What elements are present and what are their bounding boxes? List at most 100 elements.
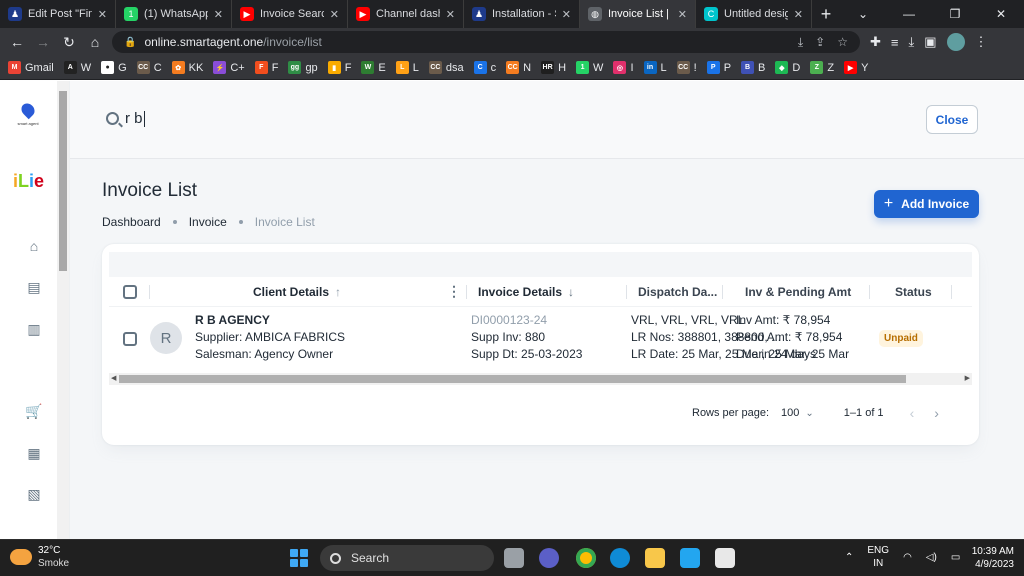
column-inv-pending-amt[interactable]: Inv & Pending Amt [745,285,851,299]
invoice-nav-icon[interactable]: ▦ [26,445,42,461]
media-control-icon[interactable]: ≡ [891,35,899,50]
bookmark-item[interactable]: AW [63,56,101,80]
tab-close-icon[interactable]: ✕ [446,8,455,21]
next-page-icon[interactable]: › [934,405,939,421]
sort-asc-icon[interactable]: ↑ [335,285,341,299]
chrome-icon[interactable] [576,548,596,568]
language-indicator[interactable]: ENG IN [867,544,889,570]
browser-tab[interactable]: 1 (1) WhatsApp ✕ [116,0,232,28]
browser-menu-icon[interactable]: ⋮ [975,34,988,50]
home-icon[interactable]: ⌂ [82,29,108,55]
tab-close-icon[interactable]: ✕ [214,8,223,21]
browser-tab[interactable]: ♟ Edit Post "Find ✕ [0,0,116,28]
bookmark-item[interactable]: FF [254,56,289,80]
bookmark-item[interactable]: ▶ Y [844,56,878,80]
new-tab-button[interactable]: + [812,0,840,28]
breadcrumb-dashboard[interactable]: Dashboard [102,215,161,229]
bookmark-item[interactable]: HR H [541,56,576,80]
bookmark-item[interactable]: BB [741,56,775,80]
battery-icon[interactable]: ▭ [951,552,960,563]
install-app-icon[interactable]: ⤓ [798,35,803,50]
smartagent-logo[interactable]: smart agent [16,100,40,131]
bookmark-item[interactable]: ✿ KK [171,56,214,80]
column-menu-icon[interactable]: ⋮ [447,283,461,300]
bookmark-star-icon[interactable]: ☆ [837,35,848,50]
home-nav-icon[interactable]: ⌂ [26,238,42,254]
close-search-button[interactable]: Close [926,105,978,134]
scroll-left-arrow[interactable]: ◀ [111,374,116,382]
store-nav-icon[interactable]: ▤ [26,279,42,295]
scroll-right-arrow[interactable]: ▶ [965,374,970,382]
tab-close-icon[interactable]: ✕ [98,8,107,21]
bookmark-item[interactable]: ZZ [810,56,844,80]
horizontal-scroll-thumb[interactable] [119,375,906,383]
bookmark-item[interactable]: LL [395,56,429,80]
browser-tab[interactable]: ♟ Installation - S ✕ [464,0,580,28]
bookmark-item[interactable]: CC C [136,56,172,80]
bookmark-item[interactable]: ◎ I [613,56,643,80]
tab-search-icon[interactable]: ⌄ [840,0,886,28]
reload-icon[interactable]: ↻ [56,29,82,55]
taskbar-search[interactable]: Search [320,545,494,571]
system-clock[interactable]: 10:39 AM 4/9/2023 [968,545,1014,571]
bookmark-item[interactable]: ▮ F [327,56,362,80]
sort-desc-icon[interactable]: ↓ [568,285,574,299]
sidebar-scroll-thumb[interactable] [59,91,67,271]
tab-close-icon[interactable]: ✕ [330,8,339,21]
windows-start-icon[interactable] [290,549,308,567]
side-panel-icon[interactable]: ▣ [924,34,936,50]
column-invoice-details[interactable]: Invoice Details ↓ [478,285,574,299]
bookmark-item[interactable]: WE [361,56,395,80]
volume-icon[interactable]: ◁) [926,552,937,563]
restore-icon[interactable]: ❐ [932,0,978,28]
column-dispatch-date[interactable]: Dispatch Da... [638,285,717,299]
chevron-down-icon[interactable]: ⌄ [805,408,813,419]
wifi-icon[interactable]: ◠ [903,552,912,563]
vscode-icon[interactable] [680,548,700,568]
tab-close-icon[interactable]: ✕ [794,8,803,21]
tab-close-icon[interactable]: ✕ [678,8,687,21]
file-explorer-icon[interactable] [645,548,665,568]
search-input[interactable]: r b [125,110,145,128]
bookmark-item[interactable]: in L [643,56,677,80]
browser-tab[interactable]: ▶ Invoice Search ✕ [232,0,348,28]
browser-tab[interactable]: ◍ Invoice List | s ✕ [580,0,696,28]
teams-chat-icon[interactable] [539,548,559,568]
extensions-icon[interactable]: ✚ [870,34,881,50]
bookmark-item[interactable]: CC! [676,56,707,80]
address-bar[interactable]: 🔒 online.smartagent.one/invoice/list ⤓ ⇪… [112,31,860,53]
bookmark-item[interactable]: ● G [101,56,137,80]
weather-widget[interactable]: 32°C Smoke [10,544,69,570]
edge-icon[interactable] [610,548,630,568]
browser-tab[interactable]: C Untitled desig ✕ [696,0,812,28]
snipping-tool-icon[interactable] [715,548,735,568]
bookmark-item[interactable]: ⚡ C+ [213,56,254,80]
browser-tab[interactable]: ▶ Channel dashb ✕ [348,0,464,28]
minimize-icon[interactable]: — [886,0,932,28]
rows-per-page-select[interactable]: 100 [781,407,799,419]
column-client-details[interactable]: Client Details ↑ [253,285,341,299]
bookmark-item[interactable]: gg gp [288,56,327,80]
task-view-icon[interactable] [504,548,524,568]
tray-chevron-icon[interactable]: ⌃ [845,552,853,563]
back-icon[interactable]: ← [4,29,30,55]
downloads-icon[interactable]: ⤓ [909,34,915,50]
invoice-number[interactable]: DI0000123-24 [471,312,582,329]
bookmark-item[interactable]: M Gmail [8,56,64,80]
breadcrumb-invoice[interactable]: Invoice [189,215,227,229]
table-row[interactable]: R R B AGENCY Supplier: AMBICA FABRICS Sa… [109,307,972,373]
cart-nav-icon[interactable]: 🛒 [25,403,42,419]
bookmark-item[interactable]: CC N [506,56,541,80]
bookmark-item[interactable]: PP [706,56,741,80]
column-status[interactable]: Status [895,285,932,299]
factory-nav-icon[interactable]: ▥ [26,321,42,337]
select-all-checkbox[interactable] [123,285,137,299]
tab-close-icon[interactable]: ✕ [562,8,571,21]
ilie-logo[interactable]: iLie [13,171,44,192]
share-icon[interactable]: ⇪ [815,35,825,50]
bookmark-item[interactable]: 1W [576,56,613,80]
add-invoice-button[interactable]: + Add Invoice [874,190,979,218]
row-checkbox[interactable] [123,332,137,346]
horizontal-scrollbar[interactable]: ◀ ▶ [109,373,972,385]
bookmark-item[interactable]: CC dsa [428,56,474,80]
